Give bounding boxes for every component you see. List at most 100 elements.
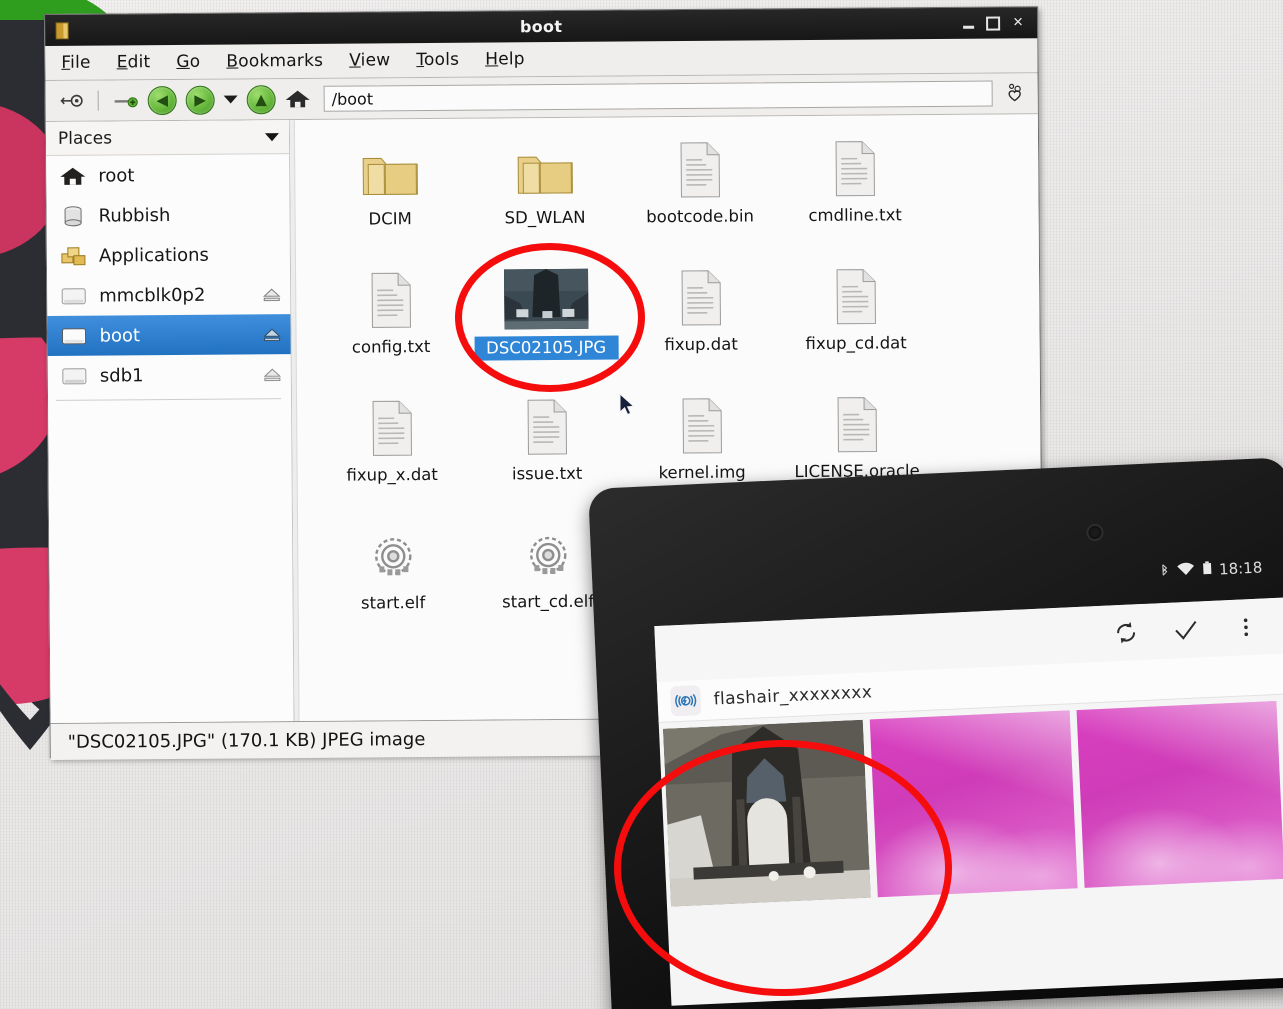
- document-icon: [675, 261, 726, 335]
- menu-help[interactable]: Help: [485, 49, 525, 69]
- document-icon: [365, 263, 416, 337]
- file-item[interactable]: config.txt: [313, 255, 469, 384]
- binary-executable-icon: [364, 519, 421, 593]
- back-icon[interactable]: ◀: [147, 85, 177, 115]
- applications-icon: [59, 243, 88, 268]
- menu-file[interactable]: File: [61, 53, 90, 73]
- file-name: bootcode.bin: [646, 206, 755, 227]
- flashair-logo-icon: [670, 685, 702, 717]
- file-item[interactable]: start.elf: [315, 511, 471, 640]
- eject-icon[interactable]: [261, 287, 282, 302]
- file-name: fixup.dat: [664, 334, 738, 355]
- window-title: boot: [519, 16, 563, 37]
- document-icon: [521, 390, 572, 464]
- photo-thumbnail-pink-2[interactable]: [1076, 700, 1283, 888]
- home-icon[interactable]: [285, 87, 311, 111]
- app-title: flashair_xxxxxxxx: [713, 682, 873, 710]
- tablet-screen[interactable]: flashair_xxxxxxxx: [654, 597, 1283, 1006]
- file-item[interactable]: fixup_x.dat: [314, 383, 470, 512]
- file-name: fixup_cd.dat: [805, 333, 907, 354]
- drive-icon: [60, 363, 89, 388]
- key-icon[interactable]: [58, 89, 84, 113]
- menu-tools[interactable]: Tools: [416, 50, 459, 70]
- binary-executable-icon: [519, 518, 576, 592]
- places-title: Places: [57, 127, 113, 149]
- file-item[interactable]: fixup_cd.dat: [778, 251, 934, 380]
- bookmark-heart-icon[interactable]: [1002, 81, 1028, 105]
- statusbar-text: "DSC02105.JPG" (170.1 KB) JPEG image: [67, 728, 426, 753]
- file-name: DSC02105.JPG: [474, 335, 619, 361]
- menu-edit[interactable]: Edit: [117, 52, 151, 72]
- sidebar-item-label: Rubbish: [98, 204, 171, 227]
- chevron-down-icon[interactable]: [264, 132, 280, 141]
- forward-icon[interactable]: ▶: [185, 85, 215, 115]
- drive-icon: [59, 283, 88, 308]
- document-icon: [831, 387, 882, 461]
- document-icon: [366, 391, 417, 465]
- document-icon: [829, 131, 880, 205]
- file-item[interactable]: DCIM: [312, 127, 468, 256]
- file-item[interactable]: SD_WLAN: [467, 125, 623, 254]
- image-thumbnail: [503, 262, 588, 337]
- file-name: start_cd.elf: [502, 591, 595, 612]
- file-item[interactable]: cmdline.txt: [777, 123, 933, 252]
- places-sidebar: Places root Rubbish Applications mmcblk0…: [45, 120, 295, 723]
- path-value: /boot: [331, 88, 374, 109]
- trash-icon: [58, 203, 87, 228]
- refresh-icon[interactable]: [1112, 619, 1139, 646]
- battery-icon: [1202, 561, 1213, 579]
- eject-icon[interactable]: [262, 367, 283, 382]
- eject-icon[interactable]: [261, 327, 282, 342]
- history-dropdown-icon[interactable]: [223, 95, 238, 104]
- file-item-selected[interactable]: DSC02105.JPG: [468, 253, 624, 382]
- bluetooth-icon: [1160, 563, 1170, 581]
- menu-go[interactable]: Go: [176, 52, 200, 72]
- sidebar-divider: [56, 398, 282, 401]
- screenshot-root: boot ✕ File Edit Go Bookmarks View Tools…: [0, 0, 1283, 1009]
- sidebar-item-label: sdb1: [99, 364, 144, 387]
- photo-grid: [659, 694, 1283, 907]
- mouse-pointer: [619, 393, 635, 416]
- places-header: Places: [45, 120, 290, 156]
- home-icon: [58, 163, 87, 188]
- drive-icon: [59, 323, 88, 348]
- toolbar-separator: [97, 90, 99, 111]
- sidebar-item-root[interactable]: root: [46, 154, 289, 196]
- sidebar-item-rubbish[interactable]: Rubbish: [46, 194, 289, 236]
- sidebar-item-boot[interactable]: boot: [47, 314, 291, 356]
- sidebar-item-sdb1[interactable]: sdb1: [48, 354, 291, 396]
- photo-thumbnail-pink-1[interactable]: [869, 710, 1078, 898]
- sidebar-item-applications[interactable]: Applications: [47, 234, 290, 276]
- wifi-icon: [1176, 562, 1196, 581]
- sidebar-item-label: mmcblk0p2: [99, 284, 206, 307]
- sidebar-item-label: boot: [99, 324, 141, 347]
- maximize-button[interactable]: [986, 15, 1001, 31]
- sidebar-item-label: root: [98, 164, 135, 187]
- folder-icon: [513, 134, 576, 208]
- menu-view[interactable]: View: [349, 50, 390, 70]
- file-name: SD_WLAN: [504, 207, 586, 228]
- new-tab-icon[interactable]: [113, 88, 139, 112]
- file-name: config.txt: [351, 336, 431, 357]
- photo-thumbnail-gate[interactable]: [662, 719, 871, 907]
- document-icon: [830, 259, 881, 333]
- document-icon: [674, 133, 725, 207]
- file-name: cmdline.txt: [808, 205, 902, 226]
- path-input[interactable]: /boot: [323, 80, 993, 112]
- tablet-device: 18:18 flashair_xxxxxxxx: [588, 457, 1283, 1009]
- up-icon[interactable]: ▲: [246, 84, 276, 114]
- menu-bookmarks[interactable]: Bookmarks: [226, 51, 323, 72]
- file-item[interactable]: fixup.dat: [623, 252, 779, 381]
- file-name: issue.txt: [511, 463, 583, 484]
- window-controls: ✕: [961, 15, 1037, 31]
- sidebar-item-mmcblk0p2[interactable]: mmcblk0p2: [47, 274, 290, 316]
- minimize-button[interactable]: [961, 16, 975, 30]
- file-name: start.elf: [360, 593, 426, 613]
- check-icon[interactable]: [1172, 616, 1199, 643]
- folder-icon: [358, 135, 421, 209]
- close-button[interactable]: ✕: [1011, 15, 1025, 30]
- document-icon: [676, 389, 727, 463]
- overflow-menu-icon[interactable]: [1232, 614, 1259, 641]
- file-item[interactable]: bootcode.bin: [622, 124, 778, 253]
- file-name: fixup_x.dat: [346, 464, 438, 485]
